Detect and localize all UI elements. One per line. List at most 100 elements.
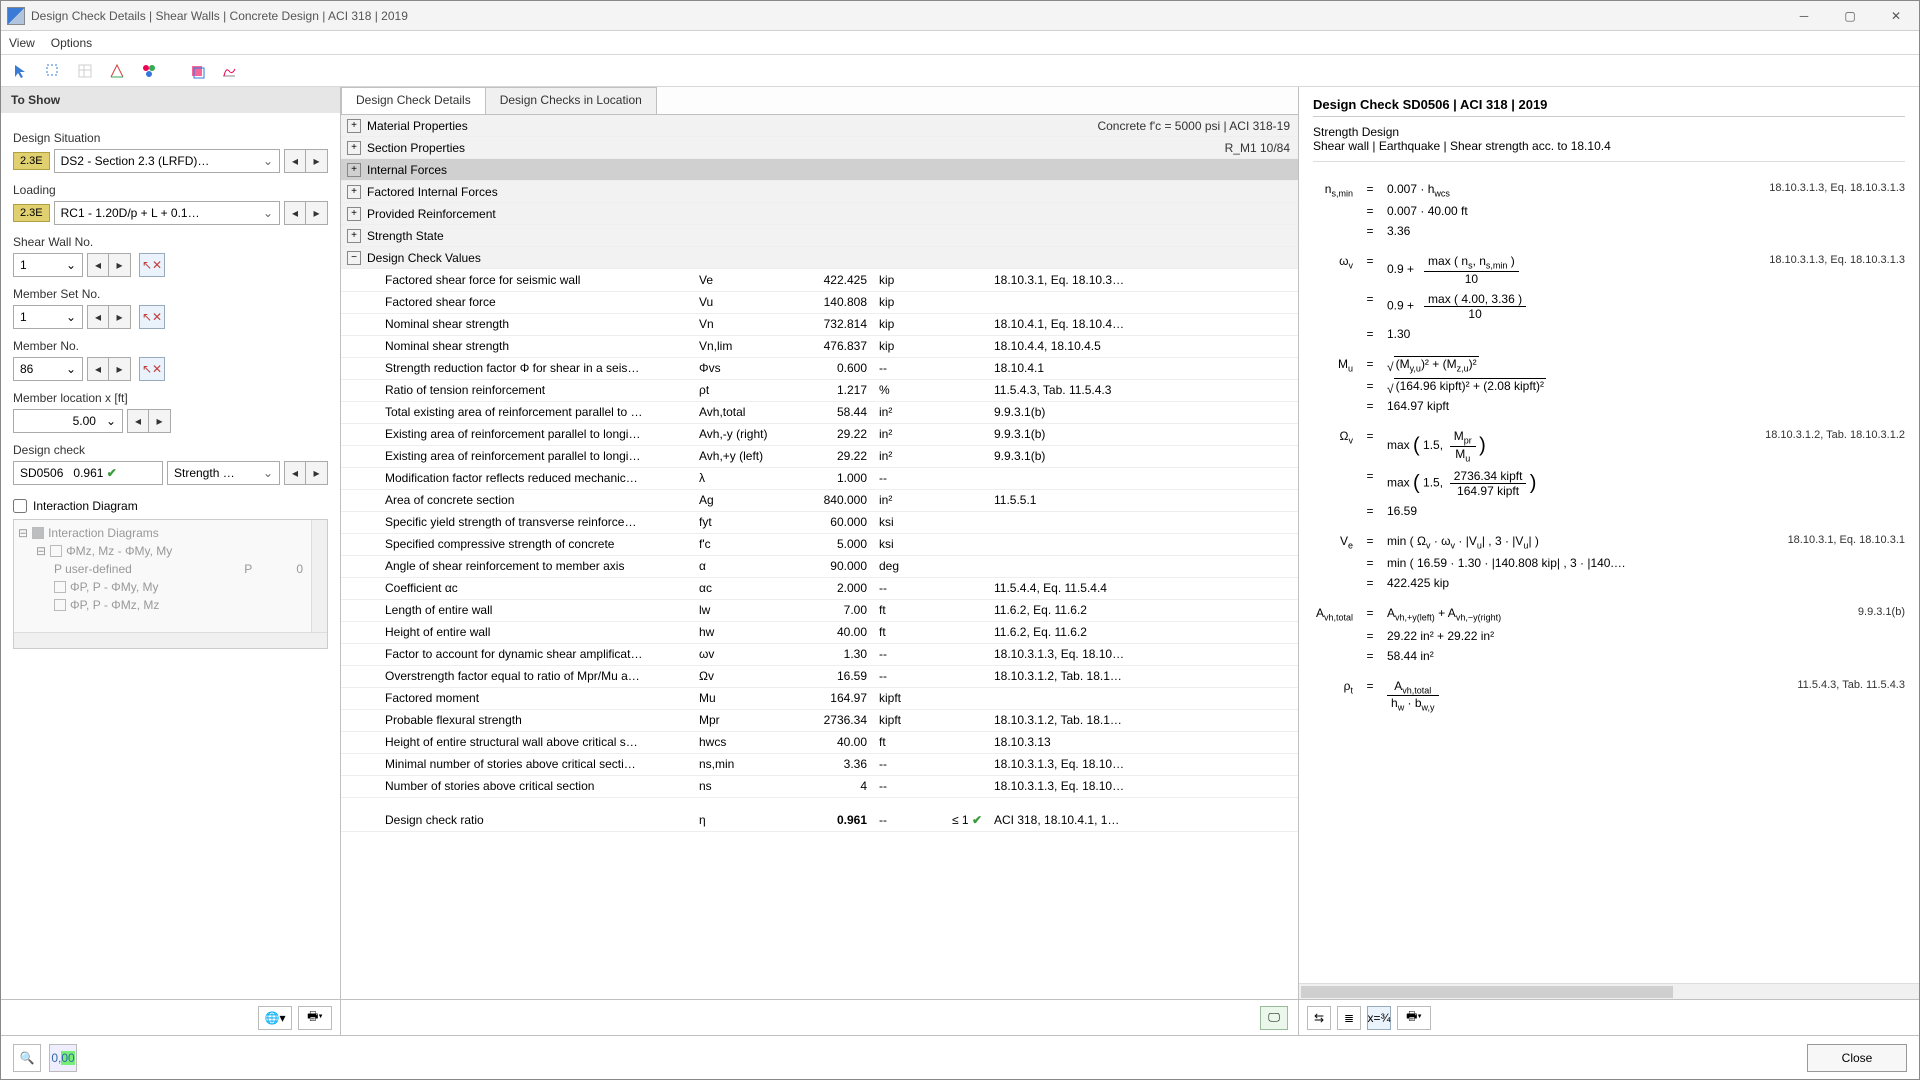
right-print-button[interactable]: 🖶▾ [1397, 1006, 1431, 1030]
interaction-diagram-label: Interaction Diagram [33, 499, 138, 513]
table-row[interactable]: Probable flexural strengthMpr2736.34kipf… [341, 709, 1298, 731]
table-row[interactable]: Height of entire structural wall above c… [341, 731, 1298, 753]
export-button[interactable]: 🖵 [1260, 1006, 1288, 1030]
table-row[interactable]: Length of entire walllw7.00ft11.6.2, Eq.… [341, 599, 1298, 621]
table-row[interactable]: Factor to account for dynamic shear ampl… [341, 643, 1298, 665]
dc-prev-button[interactable]: ◂ [284, 461, 306, 485]
m-next-button[interactable]: ▸ [109, 357, 131, 381]
table-row[interactable]: Total existing area of reinforcement par… [341, 401, 1298, 423]
section-row[interactable]: −Design Check Values [341, 247, 1298, 269]
right-tool3-icon[interactable]: x=¾ [1367, 1006, 1391, 1030]
tool-colors-icon[interactable] [137, 59, 161, 83]
sw-pick-button[interactable]: ↖✕ [139, 253, 165, 277]
table-row[interactable]: Factored shear force for seismic wallVe4… [341, 269, 1298, 291]
table-row[interactable]: Nominal shear strengthVn,lim476.837kip18… [341, 335, 1298, 357]
ds-prev-button[interactable]: ◂ [284, 149, 306, 173]
app-icon [7, 7, 25, 25]
section-row[interactable]: +Provided Reinforcement [341, 203, 1298, 225]
table-row[interactable]: Factored momentMu164.97kipft [341, 687, 1298, 709]
expander-icon[interactable]: + [347, 163, 361, 177]
table-row[interactable]: Height of entire wallhw40.00ft11.6.2, Eq… [341, 621, 1298, 643]
interaction-diagram-checkbox[interactable] [13, 499, 27, 513]
table-row[interactable]: Nominal shear strengthVn732.814kip18.10.… [341, 313, 1298, 335]
section-row[interactable]: +Material PropertiesConcrete f'c = 5000 … [341, 115, 1298, 137]
tool-section-icon[interactable] [185, 59, 209, 83]
design-situation-badge: 2.3E [13, 152, 50, 170]
member-set-no-select[interactable]: 1⌄ [13, 305, 83, 329]
middle-panel: Design Check Details Design Checks in Lo… [341, 87, 1299, 1035]
menu-view[interactable]: View [9, 36, 35, 50]
right-scrollbar-h[interactable] [1299, 983, 1919, 999]
right-panel: Design Check SD0506 | ACI 318 | 2019 Str… [1299, 87, 1919, 1035]
print-button[interactable]: 🖶▾ [298, 1006, 332, 1030]
table-row[interactable]: Minimal number of stories above critical… [341, 753, 1298, 775]
shear-wall-no-select[interactable]: 1⌄ [13, 253, 83, 277]
tool-diagram-icon[interactable] [217, 59, 241, 83]
close-window-button[interactable]: ✕ [1873, 1, 1919, 31]
section-row[interactable]: +Factored Internal Forces [341, 181, 1298, 203]
table-row[interactable]: Area of concrete sectionAg840.000in²11.5… [341, 489, 1298, 511]
expander-icon[interactable]: − [347, 251, 361, 265]
table-row[interactable]: Number of stories above critical section… [341, 775, 1298, 797]
menu-options[interactable]: Options [51, 36, 92, 50]
expander-icon[interactable]: + [347, 119, 361, 133]
m-prev-button[interactable]: ◂ [87, 357, 109, 381]
tree-scrollbar-h[interactable] [14, 632, 327, 648]
tab-location[interactable]: Design Checks in Location [485, 87, 657, 114]
expander-icon[interactable]: + [347, 229, 361, 243]
loc-prev-button[interactable]: ◂ [127, 409, 149, 433]
tree-scrollbar-v[interactable] [311, 520, 327, 632]
design-situation-select[interactable]: DS2 - Section 2.3 (LRFD)…⌄ [54, 149, 280, 173]
expander-icon[interactable]: + [347, 207, 361, 221]
table-row[interactable]: Strength reduction factor Φ for shear in… [341, 357, 1298, 379]
sw-next-button[interactable]: ▸ [109, 253, 131, 277]
table-row[interactable]: Ratio of tension reinforcementρt1.217%11… [341, 379, 1298, 401]
right-tool1-icon[interactable]: ⇆ [1307, 1006, 1331, 1030]
member-no-select[interactable]: 86⌄ [13, 357, 83, 381]
globe-button[interactable]: 🌐▾ [258, 1006, 292, 1030]
section-row[interactable]: +Section PropertiesR_M1 10/84 [341, 137, 1298, 159]
ms-prev-button[interactable]: ◂ [87, 305, 109, 329]
close-button[interactable]: Close [1807, 1044, 1907, 1072]
tool-select-icon[interactable] [41, 59, 65, 83]
expander-icon[interactable]: + [347, 141, 361, 155]
search-button[interactable]: 🔍 [13, 1044, 41, 1072]
table-row[interactable]: Modification factor reflects reduced mec… [341, 467, 1298, 489]
table-row[interactable]: Existing area of reinforcement parallel … [341, 445, 1298, 467]
table-row[interactable]: Specific yield strength of transverse re… [341, 511, 1298, 533]
loading-prev-button[interactable]: ◂ [284, 201, 306, 225]
tool-cursor-icon[interactable] [9, 59, 33, 83]
tool-table-icon[interactable] [73, 59, 97, 83]
section-row[interactable]: +Strength State [341, 225, 1298, 247]
table-row[interactable]: Factored shear forceVu140.808kip [341, 291, 1298, 313]
loading-next-button[interactable]: ▸ [306, 201, 328, 225]
loc-next-button[interactable]: ▸ [149, 409, 171, 433]
loading-select[interactable]: RC1 - 1.20D/p + L + 0.1…⌄ [54, 201, 280, 225]
design-check-code-field[interactable]: SD0506 0.961 ✔ [13, 461, 163, 485]
design-check-name-select[interactable]: Strength …⌄ [167, 461, 280, 485]
units-button[interactable]: 0,00 [49, 1044, 77, 1072]
left-panel: To Show Design Situation 2.3E DS2 - Sect… [1, 87, 341, 1035]
ds-next-button[interactable]: ▸ [306, 149, 328, 173]
minimize-button[interactable]: ─ [1781, 1, 1827, 31]
table-row[interactable]: Existing area of reinforcement parallel … [341, 423, 1298, 445]
table-row[interactable]: Overstrength factor equal to ratio of Mp… [341, 665, 1298, 687]
section-row[interactable]: +Internal Forces [341, 159, 1298, 181]
tool-forces-icon[interactable] [105, 59, 129, 83]
tab-details[interactable]: Design Check Details [341, 87, 486, 114]
expander-icon[interactable]: + [347, 185, 361, 199]
member-no-label: Member No. [13, 339, 328, 353]
table-row[interactable]: Angle of shear reinforcement to member a… [341, 555, 1298, 577]
member-location-select[interactable]: 5.00⌄ [13, 409, 123, 433]
ms-pick-button[interactable]: ↖✕ [139, 305, 165, 329]
loading-badge: 2.3E [13, 204, 50, 222]
sw-prev-button[interactable]: ◂ [87, 253, 109, 277]
m-pick-button[interactable]: ↖✕ [139, 357, 165, 381]
table-row[interactable]: Specified compressive strength of concre… [341, 533, 1298, 555]
table-row[interactable]: Coefficient αcαc2.000--11.5.4.4, Eq. 11.… [341, 577, 1298, 599]
ms-next-button[interactable]: ▸ [109, 305, 131, 329]
maximize-button[interactable]: ▢ [1827, 1, 1873, 31]
shear-wall-no-label: Shear Wall No. [13, 235, 328, 249]
dc-next-button[interactable]: ▸ [306, 461, 328, 485]
right-tool2-icon[interactable]: ≣ [1337, 1006, 1361, 1030]
